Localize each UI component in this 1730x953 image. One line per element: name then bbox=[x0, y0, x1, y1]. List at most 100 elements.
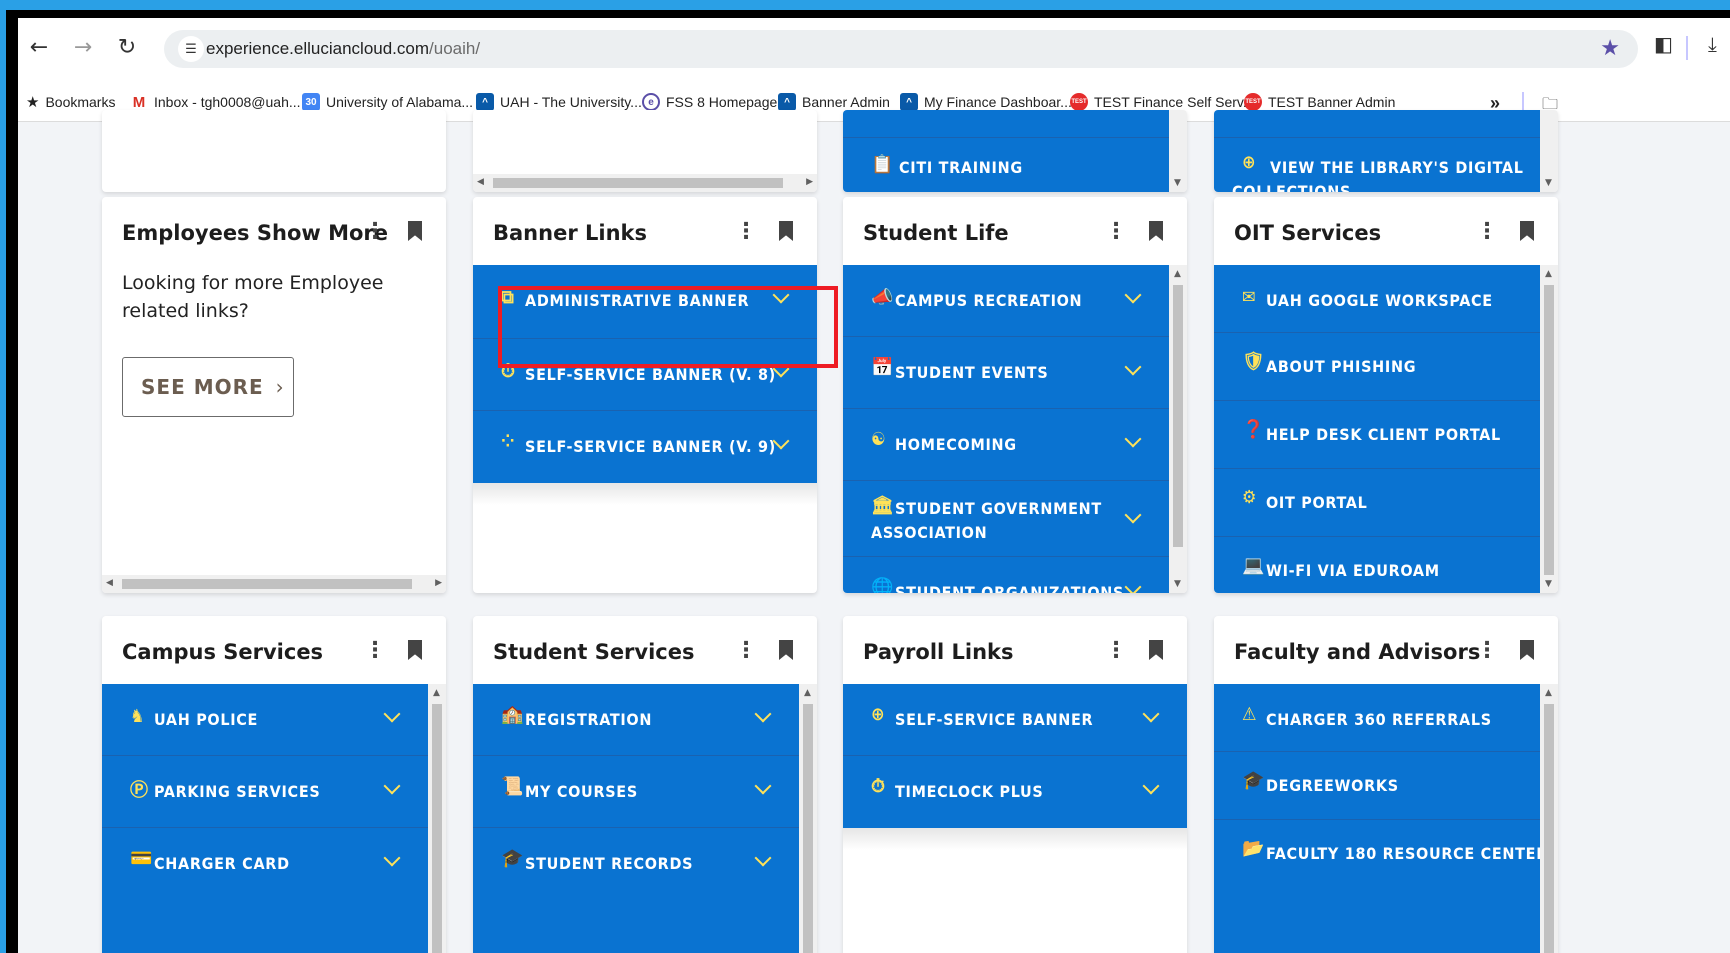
vertical-scrollbar[interactable]: ▼ bbox=[1169, 110, 1187, 192]
list-item-partial[interactable] bbox=[1214, 110, 1540, 138]
list-item-oit-portal[interactable]: ⚙ OIT PORTAL bbox=[1214, 469, 1540, 537]
list-item-self-service-v9[interactable]: ⁘ SELF-SERVICE BANNER (V. 9) bbox=[473, 411, 817, 483]
bookmark-icon[interactable] bbox=[1149, 221, 1163, 241]
site-settings-icon[interactable]: ☰ bbox=[178, 36, 204, 62]
list-item-timeclock-plus[interactable]: ⏱ TIMECLOCK PLUS bbox=[843, 756, 1187, 828]
url-text[interactable]: experience.elluciancloud.com/uoaih/ bbox=[206, 39, 480, 59]
download-icon[interactable]: ⤓ bbox=[1708, 32, 1717, 56]
vertical-scrollbar[interactable]: ▲ bbox=[799, 684, 817, 953]
chevron-down-icon[interactable] bbox=[1142, 705, 1160, 723]
more-options-icon[interactable]: ⋮ bbox=[1105, 219, 1127, 244]
chevron-down-icon[interactable] bbox=[1124, 430, 1142, 448]
scroll-left-icon[interactable]: ◀ bbox=[477, 177, 484, 187]
scroll-up-icon[interactable]: ▲ bbox=[1545, 269, 1552, 279]
list-item-about-phishing[interactable]: 🛡 ABOUT PHISHING bbox=[1214, 333, 1540, 401]
list-item-partial[interactable] bbox=[843, 110, 1169, 138]
list-item-library[interactable]: ⊕ VIEW THE LIBRARY'S DIGITAL COLLECTIONS bbox=[1214, 138, 1540, 192]
chevron-down-icon[interactable] bbox=[754, 705, 772, 723]
chevron-down-icon[interactable] bbox=[383, 705, 401, 723]
bookmark-inbox[interactable]: M Inbox - tgh0008@uah... bbox=[130, 93, 301, 111]
list-item-self-service-banner[interactable]: ⊕ SELF-SERVICE BANNER bbox=[843, 684, 1187, 756]
vertical-scrollbar[interactable]: ▲ bbox=[428, 684, 446, 953]
bookmark-uah[interactable]: ^ UAH - The University... bbox=[476, 93, 642, 111]
list-item-homecoming[interactable]: ☯ HOMECOMING bbox=[843, 409, 1169, 481]
list-item-student-records[interactable]: 🎓 STUDENT RECORDS bbox=[473, 828, 799, 900]
bookmark-icon[interactable] bbox=[779, 221, 793, 241]
chevron-down-icon[interactable] bbox=[1124, 578, 1142, 593]
more-options-icon[interactable]: ⋮ bbox=[1105, 638, 1127, 663]
list-item-charger-card[interactable]: 💳 CHARGER CARD bbox=[102, 828, 428, 900]
scroll-up-icon[interactable]: ▲ bbox=[804, 688, 811, 698]
scrollbar-thumb[interactable] bbox=[1544, 285, 1554, 575]
more-options-icon[interactable]: ⋮ bbox=[1476, 638, 1498, 663]
bookmark-icon[interactable] bbox=[1520, 221, 1534, 241]
scroll-down-icon[interactable]: ▼ bbox=[1174, 178, 1181, 188]
chevron-down-icon[interactable] bbox=[1124, 506, 1142, 524]
horizontal-scrollbar[interactable]: ◀ ▶ bbox=[102, 575, 446, 593]
list-item-help-desk[interactable]: ❓ HELP DESK CLIENT PORTAL bbox=[1214, 401, 1540, 469]
scroll-down-icon[interactable]: ▼ bbox=[1545, 579, 1552, 589]
chevron-down-icon[interactable] bbox=[1142, 777, 1160, 795]
list-item-charger-360[interactable]: ⚠ CHARGER 360 REFERRALS bbox=[1214, 684, 1540, 752]
chevron-down-icon[interactable] bbox=[754, 777, 772, 795]
scrollbar-thumb[interactable] bbox=[432, 704, 442, 953]
bookmark-university[interactable]: 30 University of Alabama... bbox=[302, 93, 473, 111]
list-item-uah-police[interactable]: ♞ UAH POLICE bbox=[102, 684, 428, 756]
list-item-student-organizations[interactable]: 🌐 STUDENT ORGANIZATIONS bbox=[843, 557, 1169, 593]
list-item-google-workspace[interactable]: ✉ UAH GOOGLE WORKSPACE bbox=[1214, 265, 1540, 333]
list-item-campus-recreation[interactable]: 📣 CAMPUS RECREATION bbox=[843, 265, 1169, 337]
list-item-wifi-eduroam[interactable]: 💻 WI-FI VIA EDUROAM bbox=[1214, 537, 1540, 593]
more-options-icon[interactable]: ⋮ bbox=[1476, 219, 1498, 244]
reload-icon[interactable]: ↻ bbox=[112, 32, 142, 62]
back-icon[interactable]: ← bbox=[24, 32, 54, 62]
scrollbar-thumb[interactable] bbox=[493, 178, 783, 188]
chevron-down-icon[interactable] bbox=[383, 849, 401, 867]
list-item-registration[interactable]: 🏫 REGISTRATION bbox=[473, 684, 799, 756]
scroll-down-icon[interactable]: ▼ bbox=[1545, 178, 1552, 188]
bookmark-test-finance[interactable]: TEST TEST Finance Self Serv... bbox=[1070, 93, 1255, 111]
horizontal-scrollbar[interactable]: ◀ ▶ bbox=[473, 174, 817, 192]
list-item-my-courses[interactable]: 📜 MY COURSES bbox=[473, 756, 799, 828]
bookmark-fss8[interactable]: e FSS 8 Homepage bbox=[642, 93, 777, 111]
list-item-faculty-180[interactable]: 📂 FACULTY 180 RESOURCE CENTER bbox=[1214, 820, 1547, 888]
chevron-down-icon[interactable] bbox=[1124, 286, 1142, 304]
list-item-student-government[interactable]: 🏛 STUDENT GOVERNMENT ASSOCIATION bbox=[843, 481, 1169, 557]
address-bar[interactable]: ☰ experience.elluciancloud.com/uoaih/ ★ bbox=[164, 30, 1638, 68]
scroll-up-icon[interactable]: ▲ bbox=[1174, 269, 1181, 279]
chevron-down-icon[interactable] bbox=[1124, 358, 1142, 376]
bookmark-all[interactable]: ★ Bookmarks bbox=[26, 93, 115, 111]
chevron-down-icon[interactable] bbox=[754, 849, 772, 867]
list-item-citi-training[interactable]: 📋 CITI TRAINING bbox=[843, 138, 1169, 192]
bookmark-test-banner[interactable]: TEST TEST Banner Admin bbox=[1244, 93, 1395, 111]
vertical-scrollbar[interactable]: ▲ ▼ bbox=[1540, 265, 1558, 593]
bookmark-star-icon[interactable]: ★ bbox=[1600, 36, 1620, 61]
list-item-student-events[interactable]: 📅 STUDENT EVENTS bbox=[843, 337, 1169, 409]
see-more-button[interactable]: SEE MORE › bbox=[122, 357, 294, 417]
scrollbar-thumb[interactable] bbox=[803, 704, 813, 953]
bookmark-finance-dashboard[interactable]: ^ My Finance Dashboar... bbox=[900, 93, 1072, 111]
extensions-icon[interactable]: ◧ bbox=[1654, 32, 1673, 56]
bookmark-icon[interactable] bbox=[779, 640, 793, 660]
list-item-degreeworks[interactable]: 🎓 DEGREEWORKS bbox=[1214, 752, 1540, 820]
chevron-down-icon[interactable] bbox=[383, 777, 401, 795]
scroll-down-icon[interactable]: ▼ bbox=[1174, 579, 1181, 589]
bookmark-icon[interactable] bbox=[408, 640, 422, 660]
bookmark-icon[interactable] bbox=[408, 221, 422, 241]
forward-icon[interactable]: → bbox=[68, 32, 98, 62]
bookmark-icon[interactable] bbox=[1520, 640, 1534, 660]
scroll-left-icon[interactable]: ◀ bbox=[106, 578, 113, 588]
scroll-right-icon[interactable]: ▶ bbox=[806, 177, 813, 187]
bookmark-icon[interactable] bbox=[1149, 640, 1163, 660]
vertical-scrollbar[interactable]: ▲ bbox=[1540, 684, 1558, 953]
scroll-right-icon[interactable]: ▶ bbox=[435, 578, 442, 588]
more-options-icon[interactable]: ⋮ bbox=[735, 638, 757, 663]
scroll-up-icon[interactable]: ▲ bbox=[1545, 688, 1552, 698]
more-options-icon[interactable]: ⋮ bbox=[364, 219, 386, 244]
vertical-scrollbar[interactable]: ▲ ▼ bbox=[1169, 265, 1187, 593]
bookmark-banner-admin[interactable]: ^ Banner Admin bbox=[778, 93, 890, 111]
more-options-icon[interactable]: ⋮ bbox=[364, 638, 386, 663]
scroll-up-icon[interactable]: ▲ bbox=[433, 688, 440, 698]
list-item-parking-services[interactable]: Ⓟ PARKING SERVICES bbox=[102, 756, 428, 828]
scrollbar-thumb[interactable] bbox=[1544, 704, 1554, 953]
scrollbar-thumb[interactable] bbox=[1173, 285, 1183, 547]
